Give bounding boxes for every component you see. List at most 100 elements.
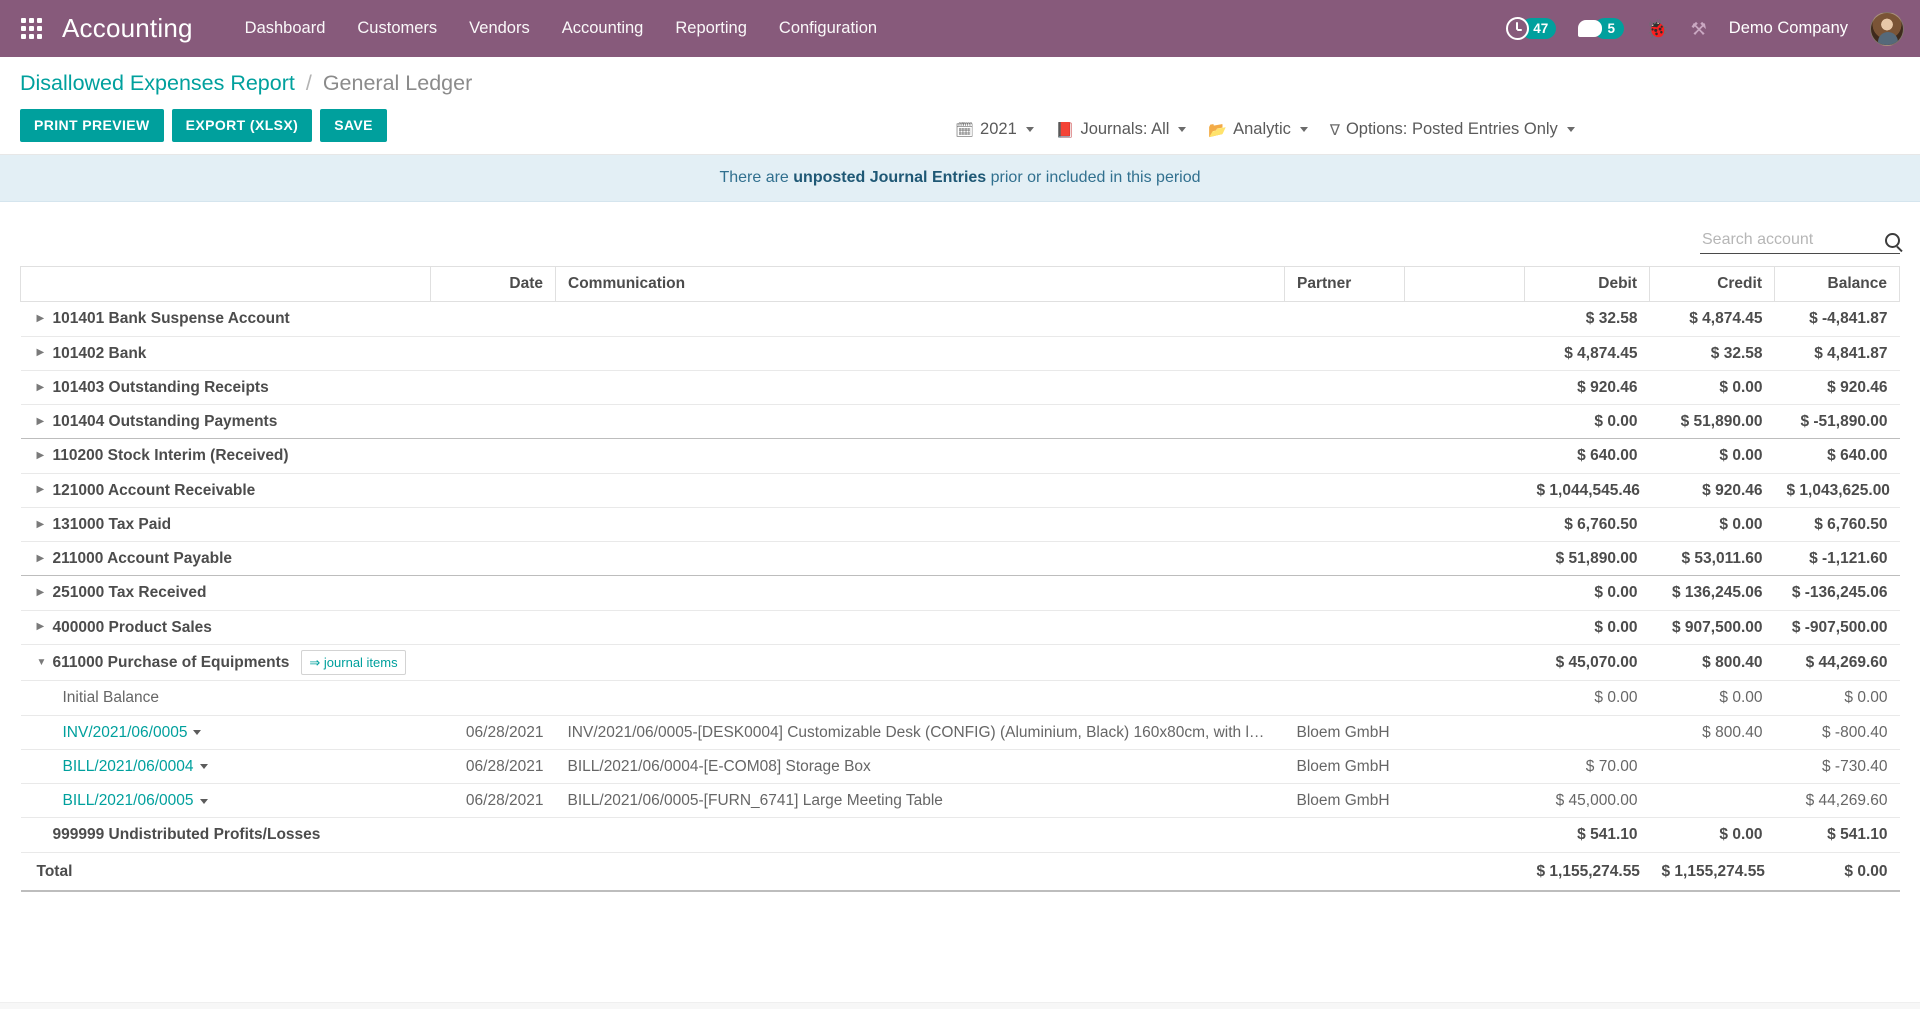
column-partner[interactable]: Partner (1284, 266, 1405, 303)
search-input[interactable] (1700, 230, 1877, 251)
breadcrumb-parent-link[interactable]: Disallowed Expenses Report (20, 71, 295, 95)
chevron-down-icon[interactable] (193, 730, 202, 736)
table-row-detail[interactable]: Initial Balance $ 0.00 $ 0.00 $ 0.00 (20, 680, 1900, 716)
account-name[interactable]: 101404 Outstanding Payments (53, 410, 278, 433)
initial-balance-label: Initial Balance (62, 689, 160, 707)
activities-menu[interactable]: 47 (1506, 17, 1557, 40)
table-row[interactable]: 400000 Product Sales $ 0.00 $ 907,500.00… (20, 610, 1900, 645)
credit-cell: $ 136,245.06 (1649, 575, 1775, 611)
debit-cell: $ 51,890.00 (1524, 541, 1650, 577)
company-switcher[interactable]: Demo Company (1729, 19, 1848, 38)
balance-cell: $ 1,043,625.00 (1774, 473, 1900, 508)
balance-cell: $ 44,269.60 (1774, 644, 1900, 682)
account-name[interactable]: 101402 Bank (53, 342, 147, 365)
partner-cell (1284, 610, 1405, 645)
communication-cell (555, 507, 1285, 543)
account-name[interactable]: 400000 Product Sales (53, 616, 212, 639)
menu-item-vendors[interactable]: Vendors (453, 11, 546, 46)
communication-cell (555, 404, 1285, 440)
journal-items-badge[interactable]: ⇒ journal items (301, 649, 406, 676)
account-name[interactable]: 110200 Stock Interim (Received) (53, 444, 289, 467)
table-row[interactable]: 251000 Tax Received $ 0.00 $ 136,245.06 … (20, 575, 1900, 611)
credit-cell: $ 4,874.45 (1649, 301, 1775, 337)
table-row[interactable]: 121000 Account Receivable $ 1,044,545.46… (20, 473, 1900, 508)
search-icon[interactable] (1885, 232, 1900, 248)
column-debit[interactable]: Debit (1524, 266, 1650, 303)
menu-item-reporting[interactable]: Reporting (659, 11, 763, 46)
messaging-menu[interactable]: 5 (1578, 18, 1625, 39)
table-row[interactable]: 999999 Undistributed Profits/Losses $ 54… (20, 817, 1900, 853)
expand-triangle-icon[interactable] (37, 485, 53, 495)
move-name-link[interactable]: INV/2021/06/0005 (63, 724, 188, 741)
report-actions: PRINT PREVIEW EXPORT (XLSX) SAVE (20, 109, 387, 143)
menu-item-dashboard[interactable]: Dashboard (229, 11, 342, 46)
app-brand-title[interactable]: Accounting (62, 13, 193, 44)
table-row[interactable]: 101404 Outstanding Payments $ 0.00 $ 51,… (20, 404, 1900, 440)
blank-cell (1404, 301, 1525, 337)
column-date[interactable]: Date (430, 266, 556, 303)
expand-triangle-icon[interactable] (37, 417, 53, 427)
account-name[interactable]: 101403 Outstanding Receipts (53, 376, 269, 399)
collapse-triangle-icon[interactable] (37, 658, 53, 668)
credit-cell: $ 800.40 (1649, 644, 1775, 682)
table-row-detail[interactable]: BILL/2021/06/0005 06/28/2021 BILL/2021/0… (20, 783, 1900, 819)
partner-cell (1284, 473, 1405, 508)
options-filter[interactable]: ∇ Options: Posted Entries Only (1330, 120, 1575, 139)
table-row[interactable]: 211000 Account Payable $ 51,890.00 $ 53,… (20, 541, 1900, 577)
move-name-link[interactable]: BILL/2021/06/0004 (63, 758, 194, 775)
table-row-expanded[interactable]: 611000 Purchase of Equipments ⇒ journal … (20, 644, 1900, 682)
save-button[interactable]: SAVE (320, 109, 387, 143)
partner-cell: Bloem GmbH (1284, 749, 1405, 785)
table-row[interactable]: 110200 Stock Interim (Received) $ 640.00… (20, 438, 1900, 474)
expand-triangle-icon[interactable] (37, 622, 53, 632)
user-avatar[interactable] (1870, 11, 1904, 46)
table-row[interactable]: 131000 Tax Paid $ 6,760.50 $ 0.00 $ 6,76… (20, 507, 1900, 543)
blank-cell (1404, 438, 1525, 474)
table-row[interactable]: 101402 Bank $ 4,874.45 $ 32.58 $ 4,841.8… (20, 336, 1900, 371)
export-xlsx-button[interactable]: EXPORT (XLSX) (171, 109, 313, 143)
search-box[interactable] (1700, 230, 1900, 255)
credit-cell (1649, 783, 1775, 819)
account-name[interactable]: 611000 Purchase of Equipments (53, 651, 290, 674)
bug-icon[interactable]: 🐞 (1646, 20, 1668, 38)
expand-triangle-icon[interactable] (37, 520, 53, 530)
date-filter[interactable]: 🗓 2021 (955, 120, 1034, 139)
expand-triangle-icon[interactable] (37, 348, 53, 358)
column-balance[interactable]: Balance (1774, 266, 1900, 303)
journals-filter[interactable]: 📕 Journals: All (1056, 120, 1187, 139)
expand-triangle-icon[interactable] (37, 383, 53, 393)
table-row[interactable]: 101401 Bank Suspense Account $ 32.58 $ 4… (20, 301, 1900, 337)
expand-triangle-icon[interactable] (37, 451, 53, 461)
account-name[interactable]: 101401 Bank Suspense Account (53, 307, 290, 330)
expand-triangle-icon[interactable] (37, 314, 53, 324)
menu-item-configuration[interactable]: Configuration (763, 11, 893, 46)
account-name[interactable]: 251000 Tax Received (53, 581, 207, 604)
account-name[interactable]: 211000 Account Payable (53, 547, 233, 570)
print-preview-button[interactable]: PRINT PREVIEW (20, 109, 164, 143)
chevron-down-icon (1178, 127, 1187, 132)
main-menu: Dashboard Customers Vendors Accounting R… (229, 11, 893, 46)
wrench-screwdriver-icon[interactable]: ⚒ (1691, 20, 1707, 38)
account-name[interactable]: 121000 Account Receivable (53, 479, 256, 502)
column-communication[interactable]: Communication (555, 266, 1285, 303)
account-cell: INV/2021/06/0005 (20, 715, 431, 750)
expand-triangle-icon[interactable] (37, 554, 53, 564)
expand-triangle-icon[interactable] (37, 588, 53, 598)
apps-menu-button[interactable] (10, 8, 52, 50)
analytic-filter[interactable]: 📂 Analytic (1208, 120, 1308, 139)
chevron-down-icon[interactable] (199, 798, 208, 804)
table-row-detail[interactable]: BILL/2021/06/0004 06/28/2021 BILL/2021/0… (20, 749, 1900, 785)
table-row[interactable]: 101403 Outstanding Receipts $ 920.46 $ 0… (20, 370, 1900, 406)
column-credit[interactable]: Credit (1649, 266, 1775, 303)
account-name[interactable]: 131000 Tax Paid (53, 513, 172, 536)
account-name[interactable]: 999999 Undistributed Profits/Losses (53, 823, 321, 846)
menu-item-customers[interactable]: Customers (341, 11, 453, 46)
menu-item-accounting[interactable]: Accounting (546, 11, 660, 46)
chevron-down-icon[interactable] (199, 764, 208, 770)
total-date-cell (430, 851, 556, 892)
table-row-detail[interactable]: INV/2021/06/0005 06/28/2021 INV/2021/06/… (20, 715, 1900, 750)
partner-cell (1284, 336, 1405, 371)
account-cell: 131000 Tax Paid (20, 507, 431, 543)
move-name-link[interactable]: BILL/2021/06/0005 (63, 792, 194, 809)
credit-cell: $ 0.00 (1649, 680, 1775, 716)
